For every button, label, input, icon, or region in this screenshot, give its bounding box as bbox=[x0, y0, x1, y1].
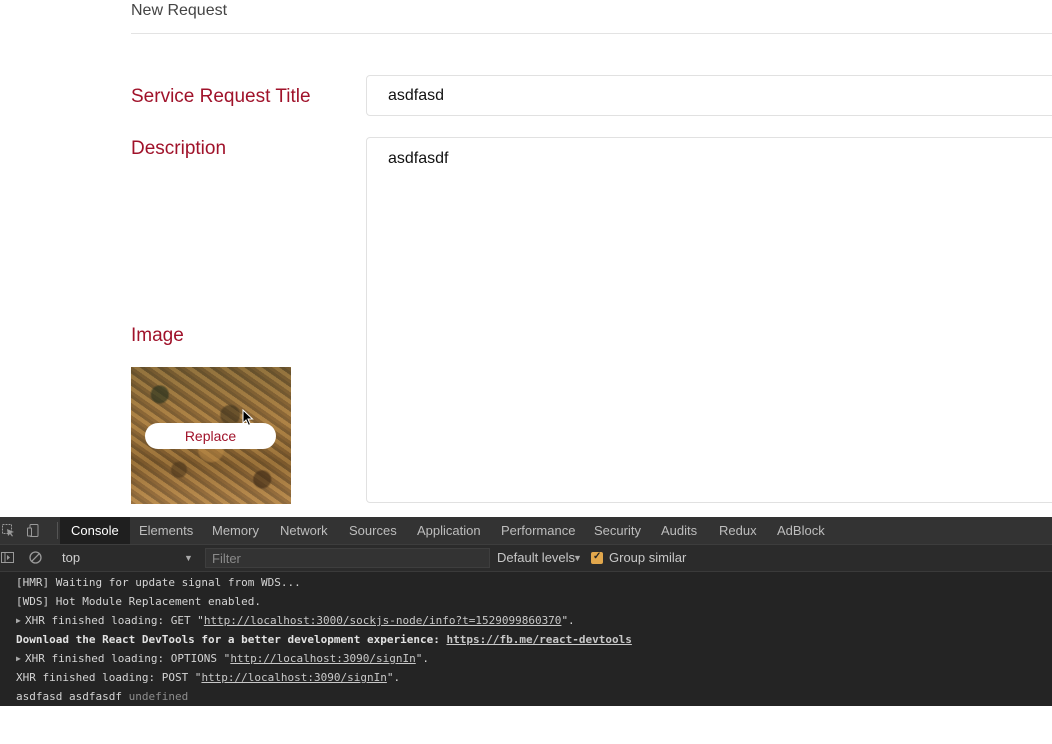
log-link[interactable]: http://localhost:3090/signIn bbox=[230, 652, 415, 665]
service-request-title-label: Service Request Title bbox=[131, 86, 311, 107]
replace-image-button[interactable]: Replace bbox=[145, 423, 276, 449]
devtools-panel: Console Elements Memory Network Sources … bbox=[0, 517, 1052, 706]
console-filter-input[interactable] bbox=[205, 548, 490, 568]
console-log-line: asdfasd asdfasdf undefined bbox=[0, 687, 1052, 706]
tab-console[interactable]: Console bbox=[60, 517, 130, 544]
log-prefix: XHR finished loading: GET " bbox=[25, 614, 204, 627]
console-log-line: XHR finished loading: POST "http://local… bbox=[0, 668, 1052, 687]
console-log-line: [WDS] Hot Module Replacement enabled. bbox=[0, 592, 1052, 611]
tab-application[interactable]: Application bbox=[417, 517, 481, 544]
console-log-line: Download the React DevTools for a better… bbox=[0, 630, 1052, 649]
log-text: asdfasd asdfasdf bbox=[16, 690, 122, 703]
log-text: [HMR] Waiting for update signal from WDS… bbox=[16, 576, 301, 589]
console-log-line: ▶ XHR finished loading: OPTIONS "http://… bbox=[0, 649, 1052, 668]
checkmark-icon: ✓ bbox=[593, 551, 602, 562]
log-undefined: undefined bbox=[128, 690, 189, 703]
tab-sources[interactable]: Sources bbox=[349, 517, 397, 544]
tab-memory[interactable]: Memory bbox=[212, 517, 259, 544]
image-label: Image bbox=[131, 325, 184, 346]
group-similar-label: Group similar bbox=[609, 550, 687, 565]
log-link[interactable]: https://fb.me/react-devtools bbox=[446, 633, 631, 646]
page-title: New Request bbox=[131, 2, 228, 19]
log-prefix: XHR finished loading: OPTIONS " bbox=[25, 652, 231, 665]
log-text: [WDS] Hot Module Replacement enabled. bbox=[16, 595, 262, 608]
inspect-element-icon[interactable] bbox=[2, 524, 15, 537]
tab-elements[interactable]: Elements bbox=[139, 517, 193, 544]
log-prefix: XHR finished loading: POST " bbox=[16, 671, 202, 684]
tab-audits[interactable]: Audits bbox=[661, 517, 697, 544]
tabbar-divider bbox=[57, 522, 58, 539]
tab-performance[interactable]: Performance bbox=[501, 517, 575, 544]
log-link[interactable]: http://localhost:3090/signIn bbox=[201, 671, 386, 684]
show-sidebar-icon[interactable] bbox=[1, 551, 14, 564]
tab-redux[interactable]: Redux bbox=[719, 517, 757, 544]
tab-security[interactable]: Security bbox=[594, 517, 641, 544]
log-levels-dropdown[interactable]: Default levels bbox=[497, 549, 575, 567]
devtools-tabbar: Console Elements Memory Network Sources … bbox=[0, 517, 1052, 545]
console-log-line: [HMR] Waiting for update signal from WDS… bbox=[0, 573, 1052, 592]
log-link[interactable]: http://localhost:3000/sockjs-node/info?t… bbox=[204, 614, 562, 627]
log-suffix: ". bbox=[415, 652, 429, 665]
console-log-line: ▶ XHR finished loading: GET "http://loca… bbox=[0, 611, 1052, 630]
expand-triangle-icon[interactable]: ▶ bbox=[16, 649, 21, 668]
levels-chevron-down-icon: ▼ bbox=[573, 553, 582, 563]
service-request-title-input[interactable] bbox=[366, 75, 1052, 116]
description-label: Description bbox=[131, 138, 227, 159]
description-textarea[interactable]: asdfasdf bbox=[366, 137, 1052, 503]
header-divider bbox=[131, 33, 1052, 34]
clear-console-icon[interactable] bbox=[29, 551, 42, 564]
mouse-cursor-icon bbox=[242, 409, 254, 427]
log-suffix: ". bbox=[386, 671, 401, 684]
expand-triangle-icon[interactable]: ▶ bbox=[16, 611, 21, 630]
chevron-down-icon: ▼ bbox=[184, 553, 193, 563]
console-toolbar: top ▼ Default levels ▼ ✓ Group similar bbox=[0, 545, 1052, 572]
device-toolbar-icon[interactable] bbox=[27, 524, 40, 537]
context-value: top bbox=[62, 550, 81, 565]
log-suffix: ". bbox=[561, 614, 575, 627]
tab-network[interactable]: Network bbox=[280, 517, 328, 544]
tab-adblock[interactable]: AdBlock bbox=[777, 517, 825, 544]
context-selector[interactable]: top ▼ bbox=[56, 549, 196, 567]
log-prefix: Download the React DevTools for a better… bbox=[16, 633, 447, 646]
